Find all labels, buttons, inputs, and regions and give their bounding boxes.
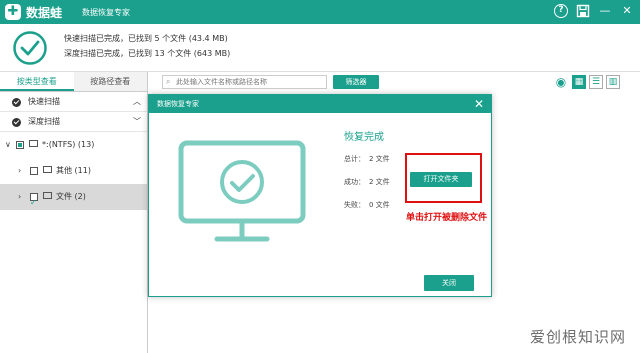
chevron-down-icon[interactable]: ﹀ [133,112,141,132]
deep-scan-status: 深度扫描已完成，已找到 13 个文件 (643 MB) [64,49,231,58]
left-panel: 按类型查看 按路径查看 快速扫描 ︿ 深度扫描 ﹀ ∨ *:(NTFS) (13… [0,72,148,353]
minimize-icon[interactable]: — [598,4,612,18]
success-value: 2 文件 [369,178,390,186]
list-view-icon[interactable]: ☰ [589,75,603,89]
open-folder-button[interactable]: 打开文件夹 [410,172,472,187]
total-label: 总计： [344,155,365,163]
fail-label: 失败： [344,201,365,209]
preview-eye-icon[interactable]: ◉ [553,75,569,89]
dialog-close-button[interactable]: 关闭 [424,275,474,291]
dialog-close-icon[interactable]: ✕ [474,96,484,112]
total-value: 2 文件 [369,155,390,163]
grid-view-icon[interactable]: ▦ [572,75,586,89]
expand-down-icon[interactable]: ∨ [5,132,11,158]
expand-right-icon[interactable]: › [18,158,21,184]
search-icon: ⌕ [166,77,171,86]
tab-by-type[interactable]: 按类型查看 [0,72,74,91]
dialog-title-bar: 数据恢复专家 ✕ [149,95,491,113]
tree-item-files[interactable]: › 文件 (2) [0,184,147,216]
folder-icon [43,192,52,199]
title-bar: ✚ 数据蛙 数据恢复专家 ? — ✕ [0,0,640,24]
other-checkbox[interactable] [30,167,38,175]
check-circle-icon [12,118,21,127]
close-icon[interactable]: ✕ [620,4,634,18]
success-label: 成功： [344,178,365,186]
files-checkbox[interactable] [30,190,38,216]
dialog-title: 数据恢复专家 [157,100,199,108]
drive-label: *:(NTFS) (13) [42,140,95,149]
quick-scan-item[interactable]: 快速扫描 ︿ [0,92,147,112]
other-label: 其他 (11) [56,166,91,175]
check-circle-icon [12,98,21,107]
watermark: 爱创根知识网 [529,328,626,346]
search-box: ⌕ [162,75,327,89]
monitor-check-icon [178,140,306,242]
folder-icon [43,166,52,173]
files-label: 文件 (2) [56,192,86,201]
help-icon[interactable]: ? [554,4,568,18]
annotation-text: 单击打开被删除文件 [406,213,488,223]
detail-view-icon[interactable]: ▥ [606,75,620,89]
deep-scan-item[interactable]: 深度扫描 ﹀ [0,112,147,132]
app-subtitle: 数据恢复专家 [82,8,130,17]
expand-right-icon[interactable]: › [18,184,21,210]
recovery-dialog: 数据恢复专家 ✕ 恢复完成 总计： 2 文件 成功： 2 文件 失败： 0 文件… [148,94,492,297]
quick-scan-status: 快速扫描已完成，已找到 5 个文件 (43.4 MB) [64,34,228,43]
quick-scan-label: 快速扫描 [28,97,60,106]
app-logo: ✚ [5,4,21,20]
save-icon[interactable] [576,4,590,18]
scan-complete-icon [13,31,47,65]
brand-name: 数据蛙 [26,6,63,20]
deep-scan-label: 深度扫描 [28,117,60,126]
tree-item-other[interactable]: › 其他 (11) [0,158,147,184]
scan-status-area: 快速扫描已完成，已找到 5 个文件 (43.4 MB) 深度扫描已完成，已找到 … [0,24,640,72]
filter-button[interactable]: 筛选器 [333,75,379,89]
search-input[interactable] [176,77,324,87]
tab-by-path[interactable]: 按路径查看 [73,72,147,91]
chevron-up-icon[interactable]: ︿ [133,92,141,112]
tree-item-drive[interactable]: ∨ *:(NTFS) (13) [0,132,147,158]
drive-checkbox[interactable] [16,141,24,149]
drive-icon [29,140,38,147]
recovery-complete-title: 恢复完成 [344,132,384,143]
fail-value: 0 文件 [369,201,390,209]
